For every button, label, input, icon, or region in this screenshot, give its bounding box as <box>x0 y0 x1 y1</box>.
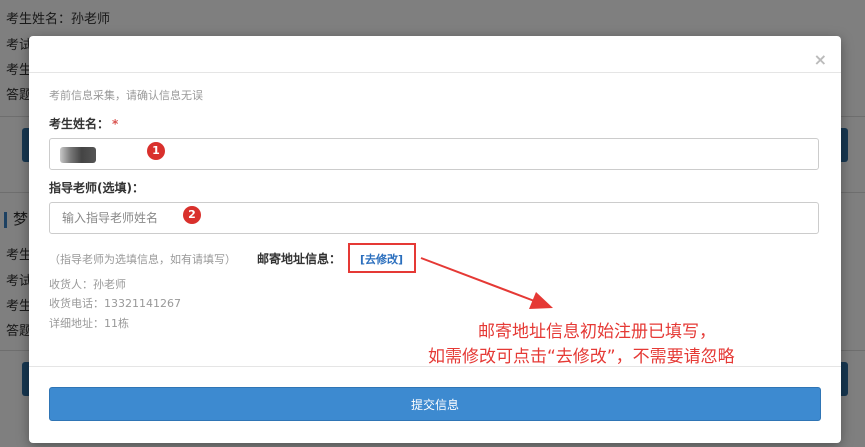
info-collection-modal: × 考前信息采集，请确认信息无误 考生姓名：* 1 指导老师(选填)： 2 （指… <box>29 36 841 443</box>
submit-button[interactable]: 提交信息 <box>49 387 821 421</box>
modal-footer-divider <box>29 366 841 367</box>
annotation-note-line-2: 如需修改可点击“去修改”，不需要请忽略 <box>428 347 735 367</box>
arrow-head <box>529 292 553 309</box>
arrow-line <box>420 257 538 303</box>
annotation-note-line-1: 邮寄地址信息初始注册已填写， <box>478 322 716 342</box>
annotation-arrow <box>420 257 553 309</box>
